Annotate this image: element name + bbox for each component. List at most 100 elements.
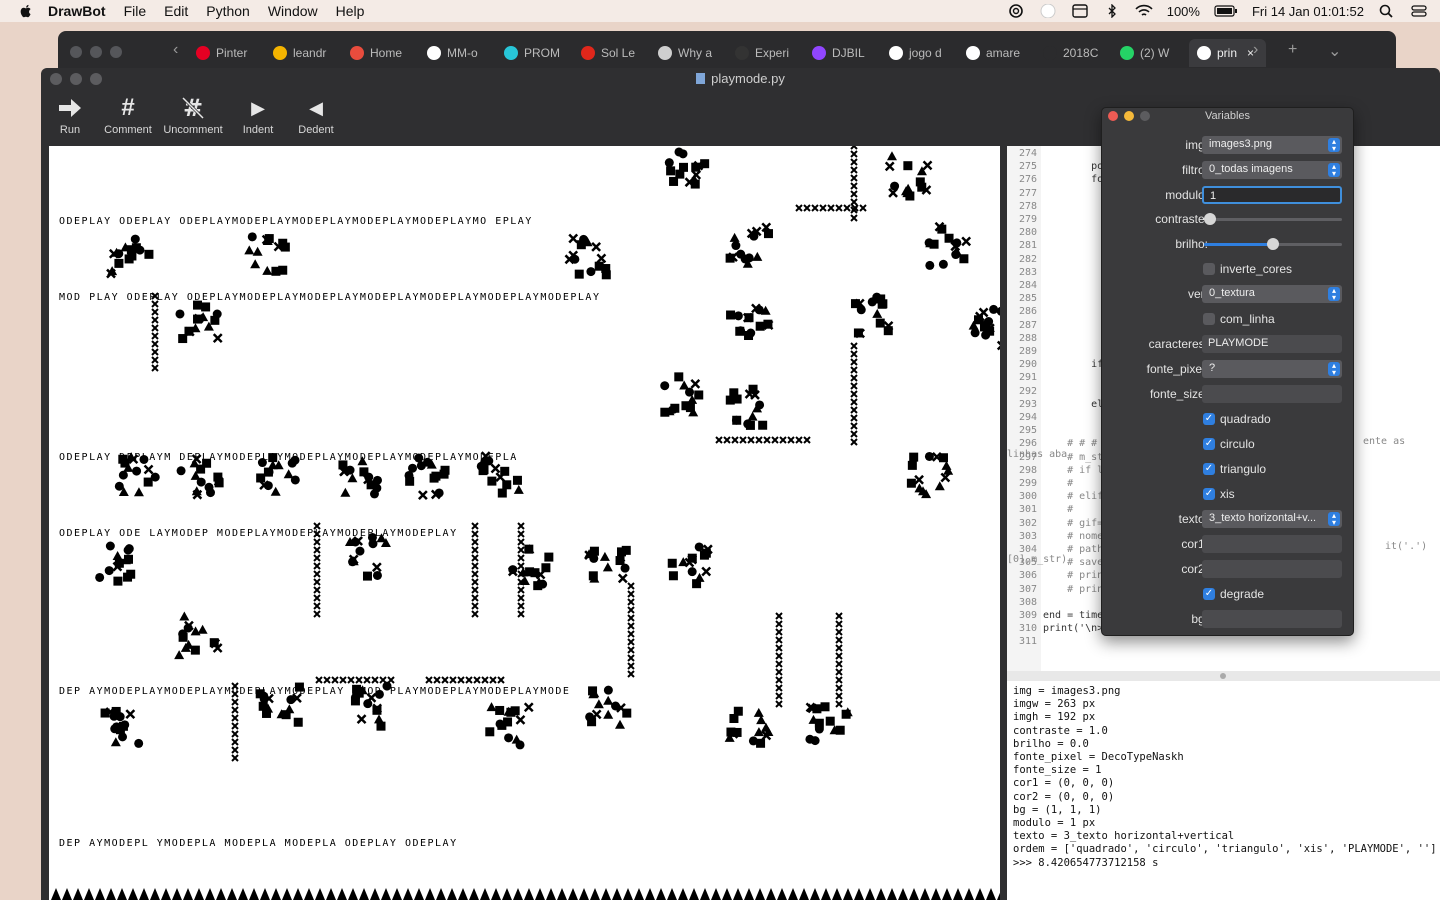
triangle-mark	[931, 888, 941, 900]
browser-tab[interactable]: (2) W	[1112, 39, 1189, 67]
degrade-checkbox[interactable]: ✓	[1203, 588, 1215, 600]
browser-tab[interactable]: MM-o	[419, 39, 496, 67]
xis-checkbox[interactable]: ✓	[1203, 488, 1215, 500]
img-popup[interactable]: images3.png ▴ ▾	[1202, 136, 1342, 154]
square-mark	[144, 249, 154, 259]
uncomment-button[interactable]: # Uncomment	[157, 92, 229, 144]
browser-tab[interactable]: Home	[342, 39, 419, 67]
browser-tab[interactable]: Pinter	[188, 39, 265, 67]
tab-list-chevron-icon[interactable]: ⌄	[1328, 41, 1341, 61]
line-number: 307	[1018, 583, 1037, 595]
filtro-value: 0_todas imagens	[1209, 163, 1293, 175]
apple-icon[interactable]	[18, 3, 34, 19]
zoom-button[interactable]	[110, 46, 122, 58]
comment-button[interactable]: # Comment	[99, 92, 157, 144]
triangle-mark	[832, 888, 842, 900]
creative-cloud-icon[interactable]	[1007, 4, 1025, 18]
menu-edit[interactable]: Edit	[164, 3, 188, 19]
slider-knob[interactable]	[1267, 238, 1279, 250]
output-console[interactable]: img = images3.png imgw = 263 px imgh = 192…	[1007, 681, 1440, 900]
x-mark	[922, 160, 933, 171]
triangle-mark	[744, 888, 754, 900]
fonte-pixel-popup[interactable]: ? ▴ ▾	[1202, 360, 1342, 378]
browser-tab[interactable]: Why a	[650, 39, 727, 67]
contraste-slider[interactable]	[1204, 213, 1342, 225]
minimize-button[interactable]	[70, 73, 82, 85]
browser-tab[interactable]: Sol Le	[573, 39, 650, 67]
browser-tab[interactable]: Experi	[727, 39, 804, 67]
wifi-icon[interactable]	[1135, 4, 1153, 18]
x-mark	[627, 646, 635, 654]
line-number: 286	[1018, 306, 1037, 318]
circle-mark	[989, 304, 999, 314]
modulo-input[interactable]: 1	[1202, 186, 1342, 204]
quadrado-checkbox[interactable]: ✓	[1203, 413, 1215, 425]
battery-icon[interactable]	[1214, 4, 1238, 18]
triangle-mark	[557, 888, 567, 900]
cor2-color-well[interactable]	[1202, 560, 1342, 578]
minimize-button[interactable]	[1124, 111, 1134, 121]
menu-python[interactable]: Python	[206, 3, 250, 19]
browser-tab[interactable]: 2018C	[1035, 39, 1112, 67]
menu-window[interactable]: Window	[268, 3, 318, 19]
dedent-button[interactable]: ◀ Dedent	[287, 92, 345, 144]
var-row-degrade: ✓ degrade	[1102, 583, 1353, 605]
drawing-canvas[interactable]: ODEPLAY ODEPLAY ODEPLAYMODEPLAYMODEPLAYM…	[49, 146, 1000, 900]
x-mark	[481, 676, 489, 684]
new-tab-icon[interactable]: +	[1288, 41, 1297, 59]
browser-tab[interactable]: PROM	[496, 39, 573, 67]
x-mark	[961, 236, 972, 247]
x-mark	[497, 676, 505, 684]
menu-file[interactable]: File	[124, 3, 147, 19]
console-line: fonte_size = 1	[1013, 764, 1102, 777]
x-mark	[151, 324, 159, 332]
triangle-mark	[513, 484, 524, 494]
indent-button[interactable]: ▶ Indent	[229, 92, 287, 144]
circulo-checkbox[interactable]: ✓	[1203, 438, 1215, 450]
split-divider[interactable]	[1007, 671, 1440, 681]
bluetooth-icon[interactable]	[1103, 4, 1121, 18]
caracteres-input[interactable]: PLAYMODE	[1202, 335, 1342, 353]
console-line: imgw = 263 px	[1013, 698, 1096, 711]
calendar-grid-icon[interactable]	[1071, 4, 1089, 18]
square-mark	[440, 465, 450, 475]
zoom-button[interactable]	[90, 73, 102, 85]
bg-color-well[interactable]	[1202, 610, 1342, 628]
fonte-size-input[interactable]	[1202, 385, 1342, 403]
clock[interactable]: Fri 14 Jan 01:01:52	[1252, 4, 1364, 19]
filtro-popup[interactable]: 0_todas imagens ▴ ▾	[1202, 161, 1342, 179]
menu-app-drawbot[interactable]: DrawBot	[48, 3, 106, 19]
browser-tab[interactable]: amare	[958, 39, 1035, 67]
close-button[interactable]	[1108, 111, 1118, 121]
triangle-mark	[747, 411, 758, 421]
triangulo-checkbox[interactable]: ✓	[1203, 463, 1215, 475]
x-mark	[231, 698, 239, 706]
code-line: po	[1043, 161, 1104, 173]
com-linha-checkbox[interactable]	[1203, 313, 1215, 325]
status-circle-icon[interactable]	[1039, 4, 1057, 18]
brilho-slider[interactable]	[1204, 238, 1342, 250]
cor1-color-well[interactable]	[1202, 535, 1342, 553]
slider-knob[interactable]	[1204, 213, 1216, 225]
minimize-button[interactable]	[90, 46, 102, 58]
menu-help[interactable]: Help	[336, 3, 365, 19]
square-mark	[574, 269, 584, 279]
browser-tab[interactable]: jogo d	[881, 39, 958, 67]
browser-tab[interactable]: leandr	[265, 39, 342, 67]
ver-popup[interactable]: 0_textura ▴ ▾	[1202, 285, 1342, 303]
close-button[interactable]	[50, 73, 62, 85]
control-center-icon[interactable]	[1410, 4, 1428, 18]
triangle-mark	[194, 888, 204, 900]
x-mark	[835, 612, 843, 620]
triangle-mark	[634, 888, 644, 900]
zoom-button[interactable]	[1140, 111, 1150, 121]
circle-mark	[743, 419, 753, 429]
tab-scroll-right-icon[interactable]: ›	[1253, 41, 1258, 59]
browser-tab[interactable]: DJBIL	[804, 39, 881, 67]
run-button[interactable]: Run	[41, 92, 99, 144]
inverte-cores-checkbox[interactable]	[1203, 263, 1215, 275]
spotlight-search-icon[interactable]	[1378, 4, 1396, 18]
tab-scroll-left-icon[interactable]: ‹	[173, 41, 178, 59]
close-button[interactable]	[70, 46, 82, 58]
texto-popup[interactable]: 3_texto horizontal+v... ▴ ▾	[1202, 510, 1342, 528]
